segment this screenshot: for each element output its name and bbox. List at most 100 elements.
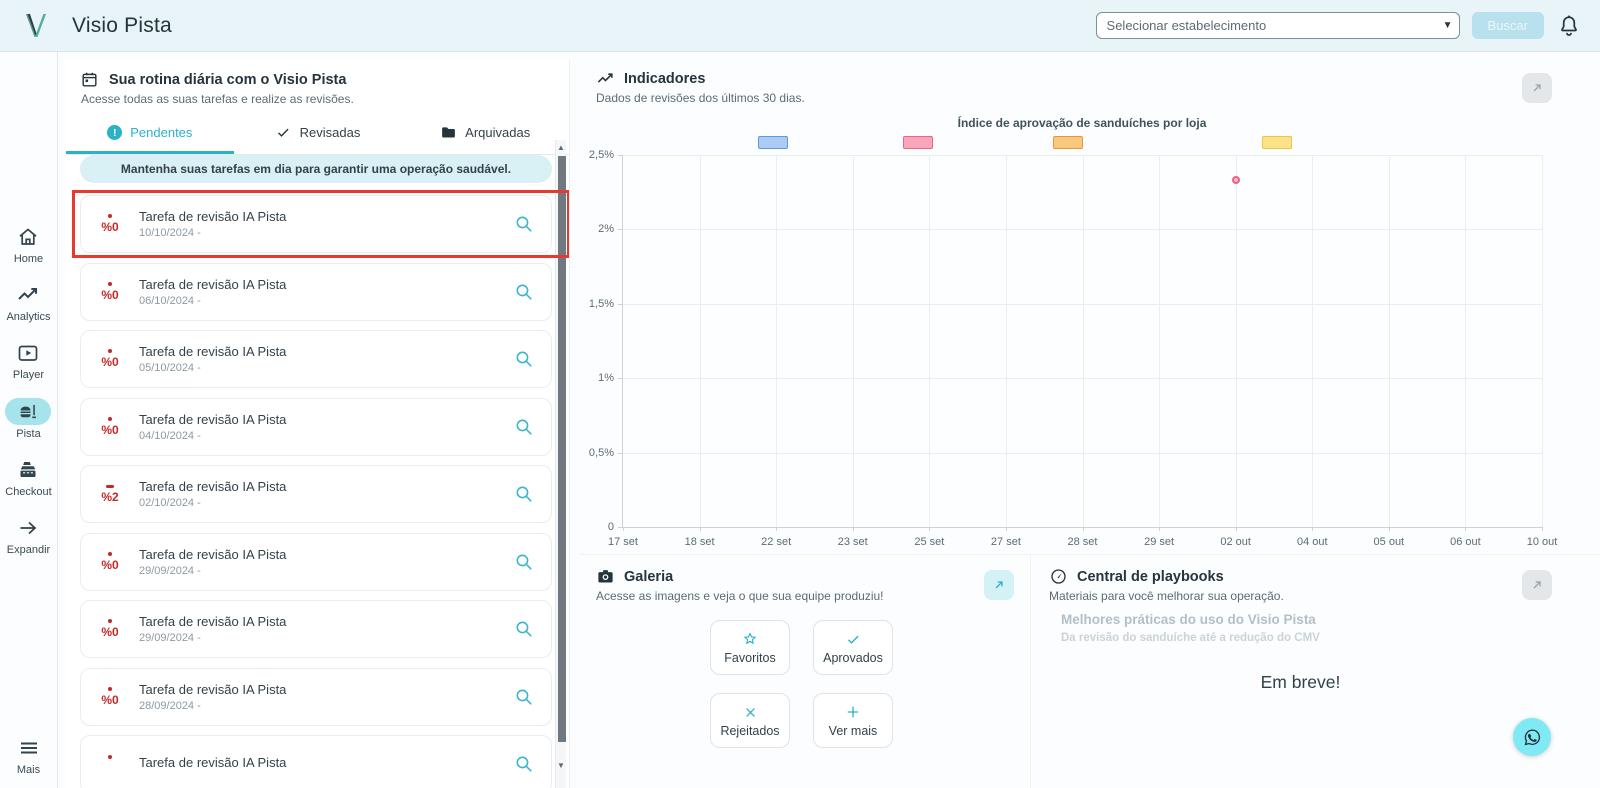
search-button[interactable]: Buscar bbox=[1471, 12, 1544, 39]
gridline-v bbox=[1542, 155, 1543, 527]
task-title: Tarefa de revisão IA Pista bbox=[139, 546, 287, 562]
task-card[interactable]: Tarefa de revisão IA Pista bbox=[80, 735, 552, 788]
arrow-right-icon bbox=[15, 515, 41, 541]
gallery-button-rejeitados[interactable]: Rejeitados bbox=[710, 693, 790, 748]
task-date: 02/10/2024 - bbox=[139, 497, 201, 509]
magnifier-icon[interactable] bbox=[513, 348, 535, 370]
tab-label: Arquivadas bbox=[465, 125, 531, 140]
x-axis-tick: 05 out bbox=[1373, 536, 1405, 548]
magnifier-icon[interactable] bbox=[513, 618, 535, 640]
data-point bbox=[1231, 176, 1240, 185]
scroll-up-icon[interactable]: ▲ bbox=[556, 143, 566, 152]
sidebar-item-player[interactable]: Player bbox=[13, 340, 44, 381]
magnifier-icon[interactable] bbox=[513, 281, 535, 303]
playbooks-title: Central de playbooks bbox=[1077, 568, 1224, 585]
menu-icon bbox=[16, 735, 42, 761]
task-title: Tarefa de revisão IA Pista bbox=[139, 681, 287, 697]
sidebar-item-home[interactable]: Home bbox=[14, 224, 43, 265]
playbooks-section: Central de playbooks Materiais para você… bbox=[1030, 555, 1600, 788]
gallery-button-label: Aprovados bbox=[823, 651, 883, 665]
task-date: 29/09/2024 - bbox=[139, 564, 201, 577]
trend-icon bbox=[596, 69, 615, 88]
task-card[interactable]: %0 Tarefa de revisão IA Pista 06/10/2024… bbox=[80, 262, 552, 321]
magnifier-icon[interactable] bbox=[513, 686, 535, 708]
y-tick-mark bbox=[618, 452, 622, 454]
gallery-title: Galeria bbox=[624, 568, 674, 585]
task-percent-badge: %0 bbox=[81, 214, 139, 234]
tab-label: Revisadas bbox=[299, 125, 361, 140]
burger-icon bbox=[5, 398, 52, 425]
indicators-open-icon[interactable] bbox=[1522, 73, 1552, 103]
task-card[interactable]: %0 Tarefa de revisão IA Pista 28/09/2024… bbox=[80, 667, 552, 726]
magnifier-icon[interactable] bbox=[513, 753, 535, 775]
badge-dot bbox=[108, 755, 112, 759]
x-axis-tick: 06 out bbox=[1450, 536, 1481, 548]
register-icon bbox=[15, 457, 41, 483]
task-percent: %0 bbox=[101, 220, 119, 234]
magnifier-icon[interactable] bbox=[513, 416, 535, 438]
gallery-button-favoritos[interactable]: Favoritos bbox=[710, 620, 790, 675]
sidebar-item-label: Home bbox=[13, 253, 44, 265]
gallery-button-ver-mais[interactable]: Ver mais bbox=[813, 693, 893, 748]
establishment-select[interactable]: Selecionar estabelecimento ▼ bbox=[1095, 12, 1460, 39]
gridline-v bbox=[929, 155, 931, 527]
sidebar-item-expandir[interactable]: Expandir bbox=[7, 515, 50, 556]
task-card[interactable]: %2 Tarefa de revisão IA Pista 02/10/2024… bbox=[80, 465, 552, 523]
gridline-v bbox=[699, 155, 701, 527]
badge-dot bbox=[108, 281, 112, 286]
task-card[interactable]: %0 Tarefa de revisão IA Pista 29/09/2024… bbox=[80, 600, 552, 658]
y-axis-tick: 0 bbox=[607, 521, 614, 533]
tasks-scrollbar[interactable]: ▲ ▼ bbox=[555, 140, 566, 788]
playbooks-header: Central de playbooks Materiais para você… bbox=[1049, 567, 1284, 604]
sidebar-item-mais[interactable]: Mais bbox=[16, 735, 42, 776]
task-title: Tarefa de revisão IA Pista bbox=[139, 344, 287, 359]
task-date: 06/10/2024 - bbox=[139, 294, 201, 307]
task-card[interactable]: %0 Tarefa de revisão IA Pista 04/10/2024… bbox=[80, 397, 552, 456]
gallery-button-label: Favoritos bbox=[724, 651, 776, 665]
x-tick-mark bbox=[623, 527, 624, 531]
magnifier-icon[interactable] bbox=[513, 483, 535, 505]
whatsapp-fab[interactable] bbox=[1513, 718, 1551, 756]
badge-dot bbox=[108, 416, 112, 421]
visio-pista-app: Visio Pista Selecionar estabelecimento ▼… bbox=[0, 0, 1600, 788]
legend-swatch[interactable] bbox=[903, 136, 933, 149]
legend-swatch[interactable] bbox=[1262, 136, 1292, 149]
sidebar-item-pista[interactable]: Pista bbox=[5, 398, 52, 440]
x-tick-mark bbox=[1542, 527, 1543, 531]
magnifier-icon[interactable] bbox=[513, 551, 535, 573]
notifications-bell-icon[interactable] bbox=[1556, 13, 1582, 39]
x-axis-tick: 18 set bbox=[684, 536, 715, 548]
gridline-v bbox=[1005, 155, 1007, 527]
gauge-icon bbox=[1049, 567, 1068, 586]
folder-icon bbox=[440, 124, 457, 141]
task-card[interactable]: %0 Tarefa de revisão IA Pista 10/10/2024… bbox=[80, 195, 552, 253]
check-icon bbox=[844, 630, 862, 648]
sidebar-item-checkout[interactable]: Checkout bbox=[5, 457, 52, 498]
badge-dot bbox=[108, 686, 112, 691]
x-tick-mark bbox=[1388, 527, 1390, 531]
gallery-button-aprovados[interactable]: Aprovados bbox=[813, 620, 893, 675]
indicators-title: Indicadores bbox=[624, 70, 706, 87]
badge-dot bbox=[108, 551, 112, 556]
legend-swatch[interactable] bbox=[758, 136, 788, 149]
sidebar-item-label: Player bbox=[12, 369, 45, 381]
scrollbar-thumb[interactable] bbox=[557, 156, 566, 742]
task-percent: %0 bbox=[101, 287, 119, 302]
scroll-down-icon[interactable]: ▼ bbox=[556, 761, 566, 770]
x-axis-tick: 25 set bbox=[914, 536, 945, 548]
page-title: Visio Pista bbox=[72, 13, 172, 37]
playbooks-open-icon[interactable] bbox=[1522, 570, 1552, 600]
badge-dot bbox=[108, 349, 112, 353]
sidebar-item-analytics[interactable]: Analytics bbox=[6, 282, 51, 323]
tasks-panel-header: Sua rotina diária com o Visio Pista Aces… bbox=[66, 60, 569, 107]
gridline-v bbox=[1388, 155, 1390, 527]
tasks-panel: Sua rotina diária com o Visio Pista Aces… bbox=[66, 60, 570, 788]
gallery-open-icon[interactable] bbox=[984, 570, 1014, 600]
task-title: Tarefa de revisão IA Pista bbox=[139, 479, 287, 494]
legend-swatch[interactable] bbox=[1053, 136, 1083, 149]
alert-icon: ! bbox=[107, 125, 123, 140]
header-actions: Selecionar estabelecimento ▼ Buscar bbox=[1095, 12, 1582, 39]
task-card[interactable]: %0 Tarefa de revisão IA Pista 05/10/2024… bbox=[80, 330, 552, 388]
magnifier-icon[interactable] bbox=[513, 213, 535, 235]
task-card[interactable]: %0 Tarefa de revisão IA Pista 29/09/2024… bbox=[80, 532, 552, 591]
